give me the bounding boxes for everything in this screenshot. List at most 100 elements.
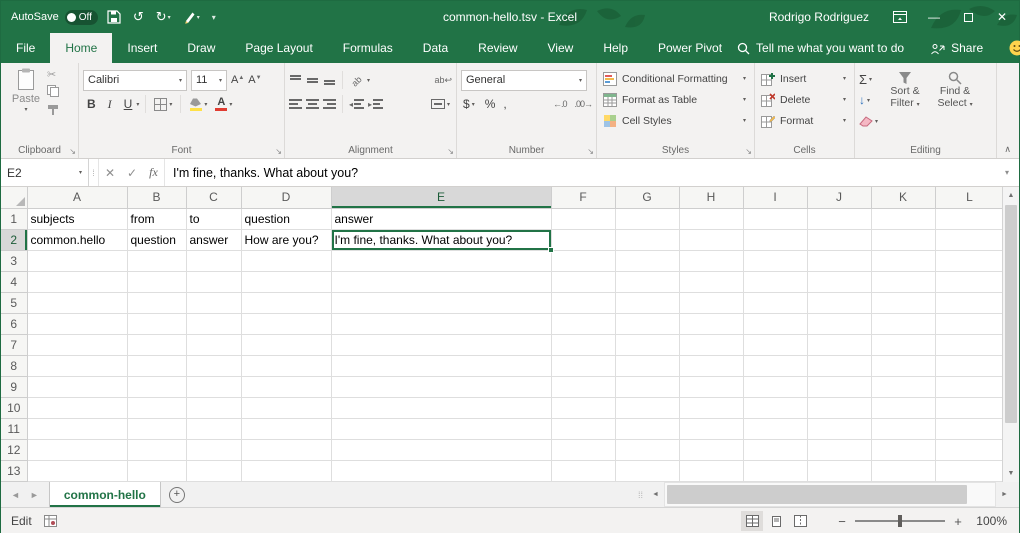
cell-D11[interactable] [241, 418, 331, 439]
cell-J3[interactable] [807, 250, 871, 271]
cell-L9[interactable] [935, 376, 1004, 397]
cell-E3[interactable] [331, 250, 551, 271]
cell-L6[interactable] [935, 313, 1004, 334]
formula-bar-splitter[interactable]: ⁞ [89, 159, 99, 186]
cell-K1[interactable] [871, 208, 935, 229]
cell-C4[interactable] [186, 271, 241, 292]
page-layout-view-button[interactable] [765, 511, 787, 531]
cell-E11[interactable] [331, 418, 551, 439]
row-header-7[interactable]: 7 [1, 334, 27, 355]
format-as-table-button[interactable]: Format as Table ▾ [601, 89, 750, 110]
cell-D13[interactable] [241, 460, 331, 481]
cell-C10[interactable] [186, 397, 241, 418]
cell-I4[interactable] [743, 271, 807, 292]
cut-button[interactable]: ✂ [47, 70, 59, 81]
cell-I9[interactable] [743, 376, 807, 397]
expand-formula-bar-button[interactable]: ▾ [995, 159, 1019, 186]
ribbon-tab-review[interactable]: Review [463, 33, 532, 63]
align-left-button[interactable] [289, 98, 302, 110]
new-sheet-button[interactable]: + [169, 487, 185, 503]
cell-J6[interactable] [807, 313, 871, 334]
cell-H11[interactable] [679, 418, 743, 439]
copy-button[interactable] [47, 85, 59, 100]
cell-J13[interactable] [807, 460, 871, 481]
tell-me-search[interactable]: Tell me what you want to do [737, 41, 904, 55]
select-all-button[interactable] [1, 187, 27, 208]
cell-D2[interactable]: How are you? [241, 229, 331, 250]
qat-customize-button[interactable]: ▾ [209, 11, 219, 24]
cell-D3[interactable] [241, 250, 331, 271]
clear-button[interactable]: ▾ [859, 112, 878, 130]
ribbon-tab-formulas[interactable]: Formulas [328, 33, 408, 63]
cell-L2[interactable] [935, 229, 1004, 250]
italic-button[interactable]: I [104, 96, 116, 113]
column-header-E[interactable]: E [331, 187, 551, 208]
cell-I11[interactable] [743, 418, 807, 439]
fill-color-button[interactable]: ▾ [187, 97, 209, 112]
cell-H2[interactable] [679, 229, 743, 250]
cell-A3[interactable] [27, 250, 127, 271]
cell-E5[interactable] [331, 292, 551, 313]
row-header-12[interactable]: 12 [1, 439, 27, 460]
cell-A8[interactable] [27, 355, 127, 376]
cell-H4[interactable] [679, 271, 743, 292]
cell-J1[interactable] [807, 208, 871, 229]
cell-B10[interactable] [127, 397, 186, 418]
cell-G4[interactable] [615, 271, 679, 292]
cell-J7[interactable] [807, 334, 871, 355]
cell-G12[interactable] [615, 439, 679, 460]
increase-decimal-button[interactable]: ←.0 [553, 99, 567, 109]
cell-C1[interactable]: to [186, 208, 241, 229]
cell-B13[interactable] [127, 460, 186, 481]
autosum-button[interactable]: Σ▾ [859, 70, 878, 88]
cell-H8[interactable] [679, 355, 743, 376]
cancel-entry-button[interactable]: ✕ [99, 159, 121, 186]
cell-B12[interactable] [127, 439, 186, 460]
font-color-button[interactable]: A ▾ [213, 96, 234, 112]
cell-styles-button[interactable]: Cell Styles ▾ [601, 110, 750, 131]
ribbon-tab-data[interactable]: Data [408, 33, 463, 63]
cell-K3[interactable] [871, 250, 935, 271]
column-header-A[interactable]: A [27, 187, 127, 208]
cell-A9[interactable] [27, 376, 127, 397]
column-header-I[interactable]: I [743, 187, 807, 208]
next-sheet-button[interactable]: ► [30, 490, 39, 500]
cell-C8[interactable] [186, 355, 241, 376]
align-middle-button[interactable] [306, 74, 319, 86]
cell-D12[interactable] [241, 439, 331, 460]
cell-A13[interactable] [27, 460, 127, 481]
scroll-right-arrow[interactable]: ► [996, 482, 1013, 507]
confirm-entry-button[interactable]: ✓ [121, 159, 143, 186]
comma-style-button[interactable]: , [503, 97, 506, 111]
cell-B2[interactable]: question [127, 229, 186, 250]
horizontal-scrollbar[interactable]: ◄ ► [647, 482, 1013, 507]
cell-K13[interactable] [871, 460, 935, 481]
cell-I7[interactable] [743, 334, 807, 355]
zoom-slider-thumb[interactable] [898, 515, 902, 527]
column-header-H[interactable]: H [679, 187, 743, 208]
scroll-down-arrow[interactable]: ▼ [1003, 465, 1019, 482]
cell-J11[interactable] [807, 418, 871, 439]
cell-D8[interactable] [241, 355, 331, 376]
align-center-button[interactable] [306, 98, 319, 110]
macro-record-button[interactable] [44, 515, 57, 527]
underline-button[interactable]: U [120, 96, 133, 112]
decrease-decimal-button[interactable]: .00→ [574, 99, 592, 109]
cell-G6[interactable] [615, 313, 679, 334]
insert-cells-button[interactable]: Insert ▾ [759, 68, 850, 89]
cell-A12[interactable] [27, 439, 127, 460]
scroll-up-arrow[interactable]: ▲ [1003, 187, 1019, 204]
cell-G1[interactable] [615, 208, 679, 229]
cell-K7[interactable] [871, 334, 935, 355]
column-header-B[interactable]: B [127, 187, 186, 208]
align-bottom-button[interactable] [323, 74, 336, 86]
cell-L4[interactable] [935, 271, 1004, 292]
row-header-3[interactable]: 3 [1, 250, 27, 271]
feedback-smiley-button[interactable] [1009, 40, 1020, 56]
cell-B4[interactable] [127, 271, 186, 292]
ribbon-tab-home[interactable]: Home [50, 33, 112, 63]
save-button[interactable] [104, 8, 124, 26]
cell-C11[interactable] [186, 418, 241, 439]
find-select-button[interactable]: Find & Select ▾ [932, 68, 978, 142]
row-header-8[interactable]: 8 [1, 355, 27, 376]
